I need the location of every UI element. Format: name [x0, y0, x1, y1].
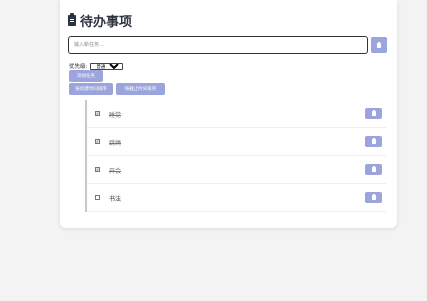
- page-title-text: 待办事项: [80, 15, 133, 30]
- add-task-icon-button[interactable]: [371, 37, 387, 53]
- task-label: 开会: [109, 168, 122, 175]
- delete-task-button[interactable]: [365, 164, 382, 175]
- trash-icon: [371, 166, 376, 172]
- task-checkbox[interactable]: ✓: [95, 111, 100, 116]
- new-task-input[interactable]: [68, 36, 368, 54]
- task-list: ✓ 睡觉 ✓ 跳绳 ✓ 开会 书法: [85, 100, 386, 212]
- delete-task-button[interactable]: [365, 136, 382, 147]
- task-row: ✓ 睡觉: [87, 100, 386, 128]
- sort-by-deadline-button[interactable]: 按截止时间排序: [116, 83, 165, 95]
- sort-by-created-button[interactable]: 按创建时间排序: [69, 83, 113, 95]
- task-label: 睡觉: [109, 112, 122, 119]
- task-row: ✓ 开会: [87, 156, 386, 184]
- task-label: 书法: [109, 196, 122, 203]
- trash-icon: [371, 110, 376, 116]
- task-label: 跳绳: [109, 140, 122, 147]
- task-row: 书法: [87, 184, 386, 212]
- todo-card: 待办事项 优先级: 普通 添加任务 按创建时间排序 按截止时间排序 ✓ 睡觉 ✓…: [60, 0, 397, 228]
- task-checkbox[interactable]: [95, 195, 100, 200]
- priority-select[interactable]: 普通: [90, 62, 124, 70]
- task-checkbox[interactable]: ✓: [95, 139, 100, 144]
- delete-task-button[interactable]: [365, 192, 382, 203]
- clipboard-icon: [377, 41, 381, 48]
- delete-task-button[interactable]: [365, 108, 382, 119]
- priority-label: 优先级:: [69, 64, 88, 70]
- page-title: 待办事项: [68, 11, 132, 30]
- task-row: ✓ 跳绳: [87, 128, 386, 156]
- trash-icon: [371, 138, 376, 144]
- clipboard-icon: [68, 13, 76, 26]
- trash-icon: [371, 194, 376, 200]
- task-checkbox[interactable]: ✓: [95, 167, 100, 172]
- priority-row: 优先级: 普通: [69, 62, 124, 70]
- add-task-button[interactable]: 添加任务: [69, 70, 103, 82]
